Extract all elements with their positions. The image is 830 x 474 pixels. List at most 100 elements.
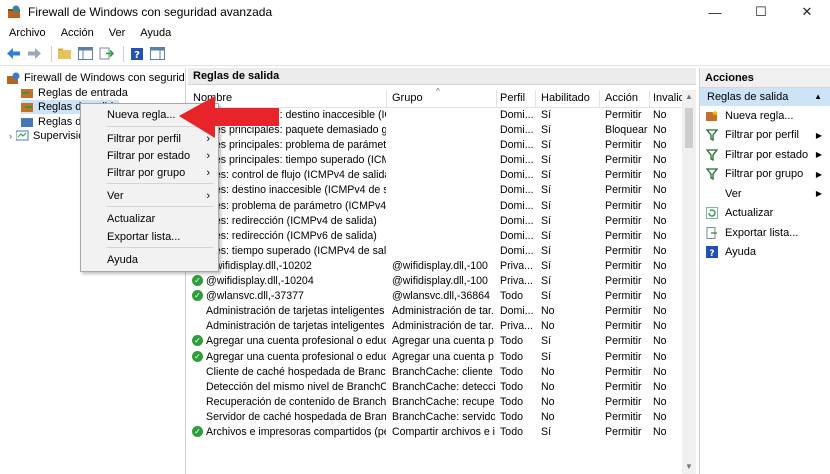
cell-profile: Domi...: [500, 139, 534, 152]
table-row[interactable]: ...es: tiempo superado (ICMPv4 de sali..…: [188, 244, 682, 259]
context-menu-item[interactable]: Filtrar por estado ›: [81, 148, 218, 165]
action-item-label: Actualizar: [725, 207, 774, 220]
table-row[interactable]: ...es principales: tiempo superado (ICM.…: [188, 153, 682, 168]
cell-profile: Todo: [500, 365, 523, 378]
table-row[interactable]: ...es: redirección (ICMPv6 de salida) Dom…: [188, 229, 682, 244]
context-menu-item-label: Ayuda: [107, 254, 138, 266]
cell-override: No: [653, 124, 667, 137]
console-tree-icon[interactable]: [77, 45, 94, 62]
column-perfil[interactable]: Perfil: [500, 92, 525, 104]
action-item[interactable]: ? Ayuda: [700, 243, 830, 263]
vertical-scrollbar[interactable]: ▲ ▼: [682, 90, 696, 474]
tree-item-inbound[interactable]: Reglas de entrada: [21, 86, 128, 100]
cell-name: ...es: redirección (ICMPv6 de salida): [206, 229, 377, 242]
tree-item-monitoring[interactable]: › Supervisión: [9, 129, 90, 143]
table-row[interactable]: ...es: redirección (ICMPv4 de salida) Dom…: [188, 214, 682, 229]
cell-enabled: No: [541, 410, 555, 423]
action-item-label: Exportar lista...: [725, 226, 799, 239]
action-item[interactable]: Actualizar: [700, 204, 830, 224]
table-row[interactable]: Administración de tarjetas inteligentes …: [188, 304, 682, 319]
tree-root[interactable]: Firewall de Windows con seguridad av: [7, 71, 185, 85]
column-accion[interactable]: Acción: [605, 92, 638, 104]
action-item[interactable]: Filtrar por grupo ▶: [700, 165, 830, 185]
cell-group: BranchCache: recuper...: [392, 395, 495, 408]
table-row[interactable]: Recuperación de contenido de BranchCa...…: [188, 395, 682, 410]
column-habilitado[interactable]: Habilitado: [541, 92, 590, 104]
menu-ver[interactable]: Ver: [100, 27, 132, 39]
maximize-button[interactable]: ☐: [738, 0, 784, 24]
cell-override: No: [653, 290, 667, 303]
table-row[interactable]: ...es: control de flujo (ICMPv4 de salid…: [188, 168, 682, 183]
minimize-button[interactable]: —: [692, 0, 738, 24]
menu-accion[interactable]: Acción: [52, 27, 100, 39]
collapse-icon[interactable]: ▲: [814, 88, 822, 106]
column-grupo[interactable]: Grupo: [392, 92, 423, 104]
cell-action: Permitir: [605, 275, 642, 288]
action-item[interactable]: Filtrar por estado ▶: [700, 145, 830, 165]
table-row[interactable]: ...es: problema de parámetro (ICMPv4 ...…: [188, 199, 682, 214]
action-item[interactable]: Ver ▶: [700, 184, 830, 204]
table-row[interactable]: ✓Agregar una cuenta profesional o educat…: [188, 334, 682, 349]
cell-override: No: [653, 320, 667, 333]
table-row[interactable]: Servidor de caché hospedada de Branch...…: [188, 410, 682, 425]
scroll-up-icon[interactable]: ▲: [682, 90, 696, 104]
rules-table: ...es principales: destino inaccesible (…: [188, 108, 682, 440]
cell-profile: Domi...: [500, 244, 534, 257]
help-icon[interactable]: ?: [128, 45, 145, 62]
cell-action: Permitir: [605, 395, 642, 408]
context-menu-item[interactable]: Ver ›: [81, 188, 218, 205]
table-row[interactable]: ...es: destino inaccesible (ICMPv4 de sa…: [188, 183, 682, 198]
table-row[interactable]: ✓ @wlansvc.dll,-37377 @wlansvc.dll,-36864 T…: [188, 289, 682, 304]
cell-action: Permitir: [605, 380, 642, 393]
cell-enabled: Sí: [541, 275, 552, 288]
export-icon[interactable]: [98, 45, 115, 62]
action-item-label: Ver: [725, 187, 742, 200]
back-arrow-icon[interactable]: [5, 45, 22, 62]
context-menu-item[interactable]: Ayuda: [81, 252, 218, 269]
context-menu-item-label: Actualizar: [107, 213, 156, 225]
cell-enabled: Sí: [541, 124, 552, 137]
expand-chevron-icon[interactable]: ›: [9, 131, 12, 141]
forward-arrow-icon[interactable]: [26, 45, 43, 62]
cell-action: Permitir: [605, 244, 642, 257]
table-row[interactable]: ✓...wifidisplay.dll,-10202@wifidisplay.d…: [188, 259, 682, 274]
cell-name: Servidor de caché hospedada de Branch...: [206, 410, 386, 423]
cell-name: @wlansvc.dll,-37377: [206, 290, 304, 303]
outbound-rules-icon: [21, 103, 33, 112]
cell-profile: Todo: [500, 410, 523, 423]
table-row[interactable]: Detección del mismo nivel de BranchCac..…: [188, 380, 682, 395]
filter-icon: [705, 149, 719, 161]
cell-action: Permitir: [605, 305, 642, 318]
cell-enabled: Sí: [541, 259, 552, 272]
cell-group: Agregar una cuenta p...: [392, 335, 495, 348]
context-menu-item[interactable]: Actualizar: [81, 211, 218, 228]
actions-section-outbound[interactable]: Reglas de salida ▲: [700, 88, 830, 106]
table-row[interactable]: ✓ Archivos e impresoras compartidos (peti…: [188, 425, 682, 440]
cell-override: No: [653, 214, 667, 227]
cell-group: Administración de tar...: [392, 320, 495, 333]
action-item[interactable]: Filtrar por perfil ▶: [700, 126, 830, 146]
scroll-down-icon[interactable]: ▼: [682, 460, 696, 474]
cell-enabled: No: [541, 305, 555, 318]
column-invalidar[interactable]: Invalid: [653, 92, 685, 104]
menu-ayuda[interactable]: Ayuda: [131, 27, 177, 39]
action-item[interactable]: Exportar lista...: [700, 223, 830, 243]
close-button[interactable]: ✕: [784, 0, 830, 24]
table-row[interactable]: ✓Agregar una cuenta profesional o educat…: [188, 350, 682, 365]
table-row[interactable]: ✓ @wifidisplay.dll,-10204 @wifidisplay.dll…: [188, 274, 682, 289]
context-menu-item[interactable]: Exportar lista...: [81, 229, 218, 246]
up-folder-icon[interactable]: [56, 45, 73, 62]
action-pane-icon[interactable]: [149, 45, 166, 62]
cell-enabled: Sí: [541, 109, 552, 121]
action-item[interactable]: Nueva regla...: [700, 106, 830, 126]
table-row[interactable]: Cliente de caché hospedada de BranchC...…: [188, 365, 682, 380]
menu-archivo[interactable]: Archivo: [0, 27, 52, 39]
scroll-thumb[interactable]: [685, 108, 693, 148]
toolbar: ?: [0, 42, 830, 66]
table-row[interactable]: Administración de tarjetas inteligentes …: [188, 319, 682, 334]
cell-name: ...es: control de flujo (ICMPv4 de salid…: [206, 169, 386, 182]
context-menu-item[interactable]: Filtrar por grupo ›: [81, 165, 218, 182]
refresh-icon: [705, 207, 719, 220]
cell-enabled: Sí: [541, 139, 552, 152]
cell-override: No: [653, 154, 667, 167]
